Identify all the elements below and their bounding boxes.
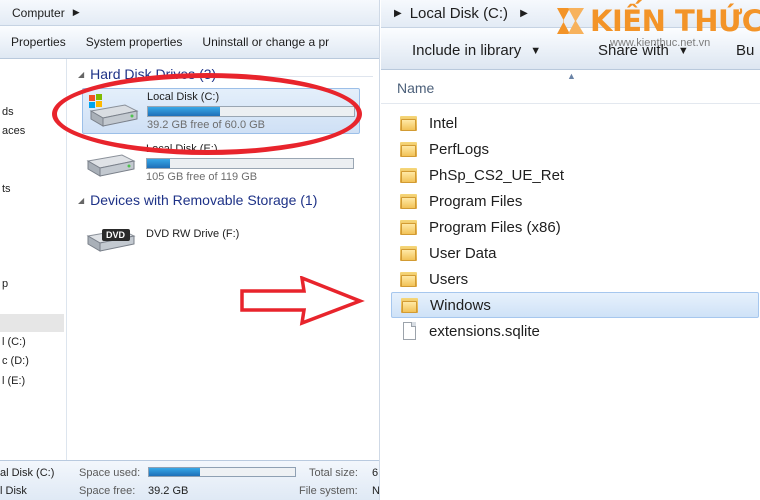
- dvd-drive-icon: DVD: [82, 216, 138, 256]
- drive-usage-bar: [147, 106, 355, 117]
- drive-tile-dvd[interactable]: DVD DVD RW Drive (F:): [82, 216, 360, 262]
- details-space-used-label: Space used:: [79, 467, 141, 479]
- details-total-size-value: 6: [372, 467, 379, 479]
- folder-icon: [398, 191, 420, 211]
- details-drive-title: al Disk (C:): [0, 467, 55, 479]
- navigation-pane: ds aces ts p l (C:) c (D:) l (E:): [0, 59, 67, 460]
- folder-icon: [399, 295, 421, 315]
- details-space-free-value: 39.2 GB: [148, 485, 189, 497]
- nav-item-group[interactable]: p: [2, 278, 8, 290]
- details-file-system-label: File system:: [299, 485, 358, 497]
- file-name: Intel: [429, 114, 458, 132]
- file-name: Users: [429, 270, 469, 288]
- breadcrumb-chevron-icon[interactable]: ▶: [520, 8, 528, 19]
- file-name: extensions.sqlite: [429, 322, 540, 340]
- column-header-name[interactable]: ▲ Name: [381, 70, 760, 104]
- breadcrumb-chevron-icon[interactable]: ▶: [73, 7, 80, 18]
- hard-drive-icon: [82, 141, 138, 181]
- group-header-removable-storage[interactable]: ◢ Devices with Removable Storage (1): [78, 192, 317, 208]
- folder-icon: [398, 269, 420, 289]
- logo-mark-icon: [557, 8, 584, 34]
- folder-row[interactable]: User Data: [391, 240, 759, 266]
- explorer-computer-window: Computer ▶ Properties System properties …: [0, 0, 380, 500]
- uninstall-program-button[interactable]: Uninstall or change a pr: [192, 35, 339, 49]
- command-bar: Properties System properties Uninstall o…: [0, 26, 379, 59]
- file-name: Program Files (x86): [429, 218, 561, 236]
- drive-free-text: 105 GB free of 119 GB: [146, 171, 258, 183]
- folder-row[interactable]: Windows: [391, 292, 759, 318]
- folder-icon: [398, 243, 420, 263]
- folder-row[interactable]: PhSp_CS2_UE_Ret: [391, 162, 759, 188]
- breadcrumb-chevron-icon[interactable]: ▶: [394, 8, 402, 19]
- drives-content-area: ◢ Hard Disk Drives (3) Local Disk (C:) 3…: [68, 59, 379, 460]
- nav-item-documents[interactable]: ts: [2, 183, 11, 195]
- logo-url: www.kienthuc.net.vn: [610, 37, 711, 49]
- file-name: PerfLogs: [429, 140, 490, 158]
- system-properties-button[interactable]: System properties: [76, 35, 193, 49]
- nav-item-drive-c[interactable]: l (C:): [2, 336, 26, 348]
- file-name: User Data: [429, 244, 497, 262]
- properties-button[interactable]: Properties: [0, 35, 76, 49]
- details-total-size-label: Total size:: [309, 467, 358, 479]
- explorer-local-disk-window: ▶ Local Disk (C:) ▶ Include in library ▼ …: [381, 0, 760, 500]
- details-space-used-bar: [148, 467, 296, 477]
- logo-wordmark: KIẾN THỨC: [590, 4, 760, 38]
- include-in-library-button[interactable]: Include in library ▼: [412, 42, 541, 59]
- drive-usage-fill: [147, 159, 170, 168]
- collapse-triangle-icon[interactable]: ◢: [78, 70, 84, 79]
- group-divider: [243, 76, 373, 77]
- drive-name: DVD RW Drive (F:): [146, 228, 240, 240]
- drive-usage-fill: [148, 107, 221, 116]
- file-icon: [398, 321, 420, 341]
- folder-icon: [398, 113, 420, 133]
- folder-row[interactable]: Program Files: [391, 188, 759, 214]
- drive-tile-e[interactable]: Local Disk (E:) 105 GB free of 119 GB: [82, 141, 360, 187]
- group-header-hard-disk-drives[interactable]: ◢ Hard Disk Drives (3): [78, 66, 216, 82]
- folder-row[interactable]: Users: [391, 266, 759, 292]
- right-arrow-annotation-icon: [240, 276, 365, 326]
- details-space-used-fill: [149, 468, 201, 476]
- collapse-triangle-icon[interactable]: ◢: [78, 196, 84, 205]
- nav-item-recent-places[interactable]: aces: [2, 125, 25, 137]
- folder-icon: [398, 217, 420, 237]
- file-name: Windows: [430, 296, 491, 314]
- folder-row[interactable]: Program Files (x86): [391, 214, 759, 240]
- dvd-badge: DVD: [106, 230, 126, 240]
- folder-row[interactable]: Intel: [391, 110, 759, 136]
- breadcrumb-local-disk[interactable]: Local Disk (C:): [410, 5, 508, 22]
- details-space-free-label: Space free:: [79, 485, 136, 497]
- details-file-system-value: N: [372, 485, 380, 497]
- address-bar[interactable]: Computer ▶: [0, 0, 379, 26]
- folder-icon: [398, 165, 420, 185]
- file-name: PhSp_CS2_UE_Ret: [429, 166, 565, 184]
- kienthuc-logo: KIẾN THỨC www.kienthuc.net.vn: [554, 4, 760, 52]
- folder-icon: [398, 139, 420, 159]
- windows-hard-drive-icon: [83, 89, 139, 129]
- nav-item-computer-selected[interactable]: [0, 314, 64, 332]
- details-pane: al Disk (C:) l Disk Space used: Space fr…: [0, 460, 380, 500]
- drive-name: Local Disk (C:): [147, 91, 220, 103]
- sort-ascending-icon: ▲: [567, 71, 576, 81]
- chevron-down-icon: ▼: [530, 44, 542, 57]
- drive-usage-bar: [146, 158, 354, 169]
- file-name: Program Files: [429, 192, 523, 210]
- details-drive-type: l Disk: [0, 485, 27, 497]
- drive-free-text: 39.2 GB free of 60.0 GB: [147, 119, 266, 131]
- breadcrumb-computer[interactable]: Computer: [12, 6, 65, 20]
- drive-name: Local Disk (E:): [146, 143, 218, 155]
- nav-item-downloads[interactable]: ds: [2, 106, 14, 118]
- nav-item-drive-e[interactable]: l (E:): [2, 375, 25, 387]
- drive-tile-c[interactable]: Local Disk (C:) 39.2 GB free of 60.0 GB: [82, 88, 360, 134]
- file-row[interactable]: extensions.sqlite: [391, 318, 759, 344]
- nav-item-drive-d[interactable]: c (D:): [2, 355, 29, 367]
- folder-row[interactable]: PerfLogs: [391, 136, 759, 162]
